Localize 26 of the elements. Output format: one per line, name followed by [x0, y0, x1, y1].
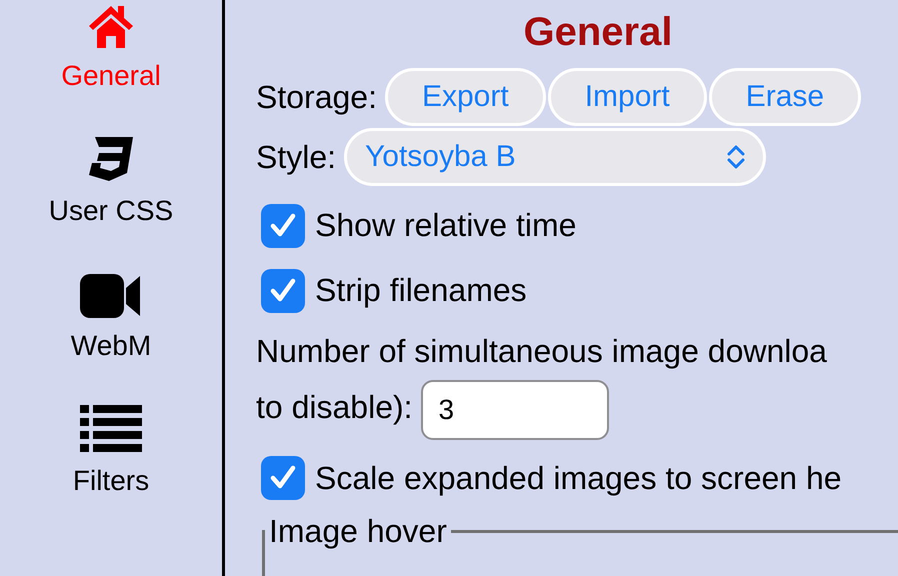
checkbox-label: Strip filenames: [315, 272, 527, 309]
checkbox-label: Show relative time: [315, 207, 576, 244]
sidebar-tab[interactable]: User CSS: [48, 135, 174, 270]
style-label: Style:: [256, 138, 336, 176]
page-title: General: [524, 10, 672, 55]
storage-label: Storage:: [256, 78, 377, 116]
checkbox[interactable]: [261, 204, 305, 248]
checkbox-label: Scale expanded images to screen he: [315, 460, 842, 497]
storage-button[interactable]: Erase: [708, 68, 862, 126]
chevron-up-down-icon: [727, 144, 746, 170]
number-input[interactable]: 3: [420, 380, 609, 440]
sidebar-tab[interactable]: WebM: [70, 270, 152, 405]
storage-button[interactable]: Export: [384, 68, 546, 126]
house-icon: [88, 4, 134, 48]
checkbox[interactable]: [261, 456, 305, 500]
sidebar-tab[interactable]: Filters: [72, 405, 150, 540]
setting-label: to disable):: [256, 389, 413, 425]
video-camera-icon: [80, 274, 142, 318]
setting-label: Number of simultaneous image downloa: [256, 333, 827, 369]
sidebar-tab[interactable]: General: [61, 0, 161, 135]
style-dropdown[interactable]: Yotsoyba B: [344, 128, 766, 186]
list-icon: [80, 405, 142, 453]
fieldset-legend: Image hover: [265, 512, 451, 550]
storage-button[interactable]: Import: [548, 68, 707, 126]
checkbox[interactable]: [261, 268, 305, 312]
css-shield-icon: [89, 137, 133, 183]
